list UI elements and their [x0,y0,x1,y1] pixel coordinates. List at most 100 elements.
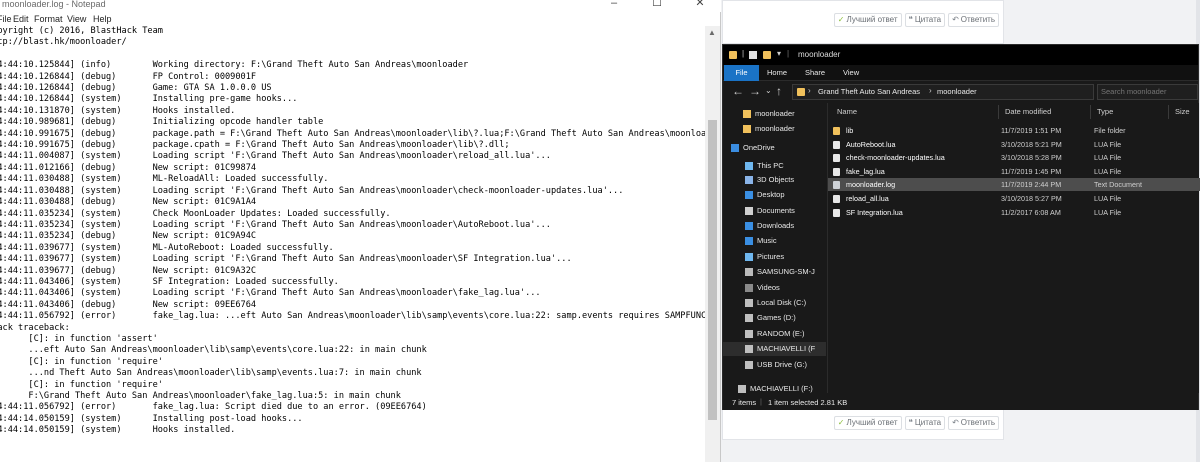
close-button[interactable]: ✕ [680,0,720,10]
log-line: [14:44:10.126844] (system) Installing pr… [0,94,298,105]
nav-item[interactable]: MACHIAVELLI (F [723,342,826,356]
menu-view[interactable]: View [67,14,86,24]
text-editor[interactable]: Copyright (c) 2016, BlastHack Team http:/… [0,26,706,462]
post-actions: ✓ Лучший ответ ❝ Цитата ↶ Ответить [833,416,999,430]
tab-share[interactable]: Share [805,68,825,77]
log-line: [14:44:11.056792] (error) fake_lag.lua: … [0,402,427,413]
reply-button[interactable]: ↶ Ответить [948,416,999,430]
file-date: 3/10/2018 5:28 PM [1001,153,1062,163]
nav-item[interactable]: Games (D:) [723,311,826,325]
ribbon-tabs: File Home Share View [723,65,1198,81]
search-input[interactable] [1101,87,1197,96]
download-icon [745,222,753,230]
scrollbar-thumb[interactable] [708,120,717,420]
log-line: [14:44:11.035234] (debug) New script: 01… [0,231,257,242]
nav-item-label: MACHIAVELLI (F:) [750,384,813,393]
nav-item[interactable]: SAMSUNG-SM-J [723,265,826,279]
nav-item[interactable]: MACHIAVELLI (F:) [723,382,826,393]
menu-help[interactable]: Help [93,14,112,24]
properties-icon[interactable] [749,51,757,59]
menu-bar: File Edit Format View Help [0,14,721,26]
menu-format[interactable]: Format [34,14,63,24]
file-row[interactable]: moonloader.log 11/7/2019 2:44 PM Text Docu… [828,178,1200,192]
best-answer-button[interactable]: ✓ Лучший ответ [833,416,902,430]
nav-item[interactable]: Music [723,234,826,248]
title-bar[interactable]: moonloader.log - Notepad – ☐ ✕ [0,0,721,12]
file-type: Text Document [1094,180,1142,190]
nav-item[interactable]: Pictures [723,250,826,264]
log-line: [14:44:11.043406] (debug) New script: 09… [0,299,257,310]
back-icon[interactable]: ← [732,84,744,98]
minimize-button[interactable]: – [594,0,634,10]
file-row[interactable]: reload_all.lua 3/10/2018 5:27 PM LUA File [828,192,1200,205]
log-line: ...eft Auto San Andreas\moonloader\lib\s… [0,345,427,356]
nav-item[interactable]: Desktop [723,188,826,202]
nav-item[interactable]: Documents [723,204,826,218]
log-line: [14:44:11.035234] (system) Check MoonLoa… [0,208,391,219]
file-row[interactable]: fake_lag.lua 11/7/2019 1:45 PM LUA File [828,165,1200,178]
file-row[interactable]: SF Integration.lua 11/2/2017 6:08 AM LUA F… [828,206,1200,219]
scroll-up-icon[interactable]: ▲ [708,28,716,37]
forward-icon[interactable]: → [749,84,761,98]
file-type: LUA File [1094,194,1122,203]
nav-item[interactable]: OneDrive [723,141,826,155]
file-date: 11/2/2017 6:08 AM [1001,207,1061,217]
tab-home[interactable]: Home [767,68,787,77]
log-line: [14:44:11.012166] (debug) New script: 01… [0,162,257,173]
search-box[interactable] [1097,84,1198,100]
quote-button[interactable]: ❝ Цитата [904,416,946,430]
nav-item[interactable]: Local Disk (C:) [723,296,826,310]
post-actions: ✓ Лучший ответ ❝ Цитата ↶ Ответить [833,13,999,27]
column-divider[interactable] [1168,105,1169,119]
nav-item[interactable]: moonloader [723,107,826,121]
nav-item[interactable]: RANDOM (E:) [723,327,826,341]
nav-item[interactable]: moonloader [723,122,826,136]
column-header-type[interactable]: Type [1097,107,1113,116]
nav-item[interactable]: This PC [723,159,826,173]
breadcrumb-item[interactable]: moonloader [937,87,977,96]
recent-dropdown-icon[interactable]: ⌄ [765,84,772,98]
file-name: fake_lag.lua [846,166,885,176]
file-row[interactable]: check-moonloader-updates.lua 3/10/2018 5:… [828,151,1200,164]
nav-item[interactable]: Videos [723,281,826,295]
breadcrumb-item[interactable]: Grand Theft Auto San Andreas [818,87,920,96]
quote-icon: ❝ [908,15,913,24]
column-divider[interactable] [1090,105,1091,119]
menu-file[interactable]: File [0,14,12,24]
log-line: [14:44:11.035234] (system) Loading scrip… [0,219,551,230]
menu-edit[interactable]: Edit [13,14,29,24]
vertical-scrollbar[interactable]: ▲ [705,26,720,462]
column-divider[interactable] [998,105,999,119]
title-bar[interactable]: | ▾ | moonloader [723,45,1198,65]
notepad-window: moonloader.log - Notepad – ☐ ✕ File Edit… [0,0,721,462]
tab-view[interactable]: View [843,68,859,77]
address-bar[interactable]: › Grand Theft Auto San Andreas › moonloa… [792,84,1094,100]
column-header-size[interactable]: Size [1175,107,1190,116]
column-header-name[interactable]: Name [837,107,857,116]
up-icon[interactable]: ↑ [776,84,782,98]
file-row[interactable]: lib 11/7/2019 1:51 PM File folder [828,124,1200,137]
quick-access-dropdown-icon[interactable]: ▾ [777,49,785,58]
file-row[interactable]: AutoReboot.lua 3/10/2018 5:21 PM LUA File [828,138,1200,151]
nav-scrollbar[interactable] [821,103,825,393]
tab-file[interactable]: File [724,65,759,81]
nav-item-label: 3D Objects [757,175,795,184]
log-line: [14:44:11.030488] (debug) New script: 01… [0,197,257,208]
new-folder-icon[interactable] [763,51,771,59]
check-icon: ✓ [837,15,845,24]
best-answer-button[interactable]: ✓ Лучший ответ [833,13,902,27]
log-line: [C]: in function 'require' [0,379,163,390]
navigation-pane: moonloader moonloader OneDrive This PC 3D Ob… [723,103,826,393]
maximize-button[interactable]: ☐ [637,0,677,10]
phone-icon [745,268,753,276]
nav-item[interactable]: 3D Objects [723,173,826,187]
reply-button[interactable]: ↶ Ответить [948,13,999,27]
cloud-icon [731,144,739,152]
file-type: File folder [1094,126,1126,135]
nav-item[interactable]: USB Drive (G:) [723,358,826,372]
usb-drive-icon [745,345,753,353]
column-header-date[interactable]: Date modified [1005,107,1051,116]
nav-item[interactable]: Downloads [723,219,826,233]
quote-button[interactable]: ❝ Цитата [904,13,946,27]
